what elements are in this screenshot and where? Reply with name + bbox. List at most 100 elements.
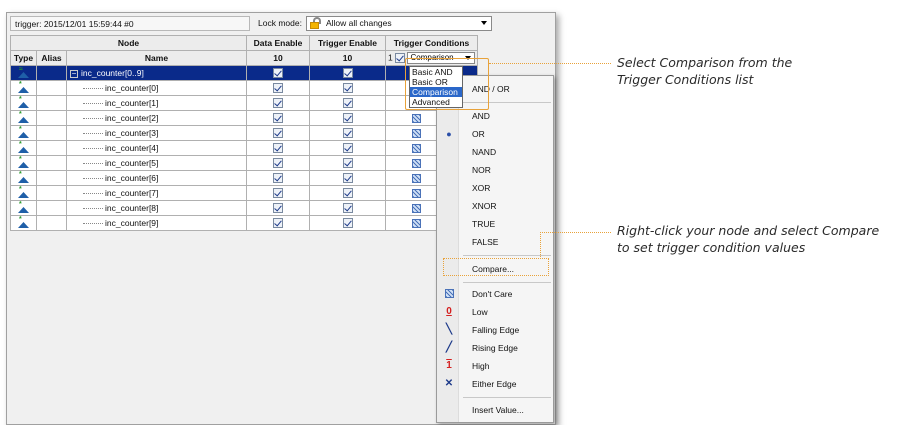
trigger-enable-checkbox[interactable] [342, 113, 353, 124]
node-name: inc_counter[1] [105, 98, 159, 108]
lock-mode-select[interactable]: Allow all changes [305, 15, 492, 31]
table-row[interactable]: * inc_counter[6] [10, 170, 478, 186]
table-row[interactable]: * inc_counter[2] [10, 110, 478, 126]
data-enable-cell[interactable] [246, 140, 310, 156]
menu-item-rising-edge[interactable]: ╱ Rising Edge [437, 339, 553, 357]
trigger-enable-checkbox[interactable] [342, 218, 353, 229]
data-enable-cell[interactable] [246, 200, 310, 216]
data-enable-checkbox[interactable] [273, 98, 283, 109]
trigger-enable-checkbox[interactable] [342, 143, 353, 154]
data-enable-checkbox[interactable] [273, 188, 283, 199]
node-name: inc_counter[2] [105, 113, 159, 123]
collapse-icon[interactable]: − [70, 69, 78, 78]
data-enable-checkbox[interactable] [273, 173, 283, 184]
menu-item-nor[interactable]: NOR [437, 161, 553, 179]
menu-item-xnor[interactable]: XNOR [437, 197, 553, 215]
data-enable-cell[interactable] [246, 125, 310, 141]
trigger-enable-cell[interactable] [309, 125, 386, 141]
callout-line: to set trigger condition values [617, 240, 806, 255]
trigger-enable-cell[interactable] [309, 65, 386, 81]
name-cell[interactable]: inc_counter[3] [66, 125, 247, 141]
menu-item-xor[interactable]: XOR [437, 179, 553, 197]
trigger-enable-cell[interactable] [309, 95, 386, 111]
menu-item-or[interactable]: ● OR [437, 125, 553, 143]
data-enable-checkbox[interactable] [273, 128, 283, 139]
trigger-enable-checkbox[interactable] [342, 83, 353, 94]
trigger-enable-checkbox[interactable] [342, 128, 353, 139]
dont-care-icon[interactable] [412, 174, 421, 184]
table-row[interactable]: * inc_counter[5] [10, 155, 478, 171]
data-enable-checkbox[interactable] [273, 143, 283, 154]
menu-item-false[interactable]: FALSE [437, 233, 553, 251]
dont-care-icon[interactable] [412, 159, 421, 169]
callout-leader-line [540, 232, 611, 233]
trigger-enable-cell[interactable] [309, 170, 386, 186]
name-cell[interactable]: inc_counter[6] [66, 170, 247, 186]
table-row[interactable]: * inc_counter[9] [10, 215, 478, 231]
trigger-enable-cell[interactable] [309, 215, 386, 231]
type-cell: * [10, 185, 37, 201]
data-enable-cell[interactable] [246, 170, 310, 186]
data-enable-cell[interactable] [246, 65, 310, 81]
name-cell[interactable]: − inc_counter[0..9] [66, 65, 247, 81]
data-enable-checkbox[interactable] [273, 203, 283, 214]
condition-checkbox[interactable] [395, 53, 406, 63]
data-enable-cell[interactable] [246, 155, 310, 171]
data-enable-checkbox[interactable] [273, 68, 283, 79]
trigger-enable-cell[interactable] [309, 185, 386, 201]
dont-care-icon[interactable] [412, 189, 421, 199]
data-enable-header[interactable]: Data Enable [246, 35, 310, 51]
name-cell[interactable]: inc_counter[0] [66, 80, 247, 96]
trigger-enable-cell[interactable] [309, 110, 386, 126]
menu-item-falling-edge[interactable]: ╲ Falling Edge [437, 321, 553, 339]
data-enable-cell[interactable] [246, 110, 310, 126]
data-enable-cell[interactable] [246, 80, 310, 96]
table-row[interactable]: * inc_counter[7] [10, 185, 478, 201]
menu-item-dont-care[interactable]: Don't Care [437, 285, 553, 303]
trigger-enable-cell[interactable] [309, 200, 386, 216]
trigger-enable-cell[interactable] [309, 80, 386, 96]
data-enable-checkbox[interactable] [273, 83, 283, 94]
trigger-enable-checkbox[interactable] [342, 188, 353, 199]
data-enable-checkbox[interactable] [273, 218, 283, 229]
menu-item-nand[interactable]: NAND [437, 143, 553, 161]
name-cell[interactable]: inc_counter[8] [66, 200, 247, 216]
name-cell[interactable]: inc_counter[7] [66, 185, 247, 201]
name-cell[interactable]: inc_counter[2] [66, 110, 247, 126]
table-row[interactable]: * inc_counter[8] [10, 200, 478, 216]
menu-item-insert-value[interactable]: Insert Value... [437, 401, 553, 419]
dont-care-icon[interactable] [412, 114, 421, 124]
table-row[interactable]: * inc_counter[3] [10, 125, 478, 141]
menu-item-low[interactable]: 0 Low [437, 303, 553, 321]
menu-item-high[interactable]: 1 High [437, 357, 553, 375]
dont-care-icon[interactable] [412, 129, 421, 139]
trigger-enable-header[interactable]: Trigger Enable [309, 35, 386, 51]
signal-node-icon: * [17, 112, 30, 123]
name-cell[interactable]: inc_counter[1] [66, 95, 247, 111]
trigger-enable-checkbox[interactable] [342, 203, 353, 214]
name-cell[interactable]: inc_counter[4] [66, 140, 247, 156]
menu-item-either-edge[interactable]: ✕ Either Edge [437, 375, 553, 393]
data-enable-checkbox[interactable] [273, 113, 283, 124]
trigger-enable-checkbox[interactable] [342, 173, 353, 184]
trigger-enable-checkbox[interactable] [342, 68, 353, 79]
trigger-enable-cell[interactable] [309, 140, 386, 156]
alias-cell [36, 140, 67, 156]
trigger-conditions-header[interactable]: Trigger Conditions [385, 35, 478, 51]
dont-care-icon[interactable] [412, 219, 421, 229]
table-row[interactable]: * inc_counter[4] [10, 140, 478, 156]
trigger-enable-checkbox[interactable] [342, 98, 353, 109]
menu-item-true[interactable]: TRUE [437, 215, 553, 233]
dont-care-icon[interactable] [412, 204, 421, 214]
data-enable-cell[interactable] [246, 185, 310, 201]
signal-node-icon: * [17, 217, 30, 228]
callout-line: Right-click your node and select Compare [617, 223, 880, 238]
trigger-enable-checkbox[interactable] [342, 158, 353, 169]
data-enable-checkbox[interactable] [273, 158, 283, 169]
data-enable-cell[interactable] [246, 215, 310, 231]
trigger-enable-cell[interactable] [309, 155, 386, 171]
name-cell[interactable]: inc_counter[9] [66, 215, 247, 231]
dont-care-icon[interactable] [412, 144, 421, 154]
data-enable-cell[interactable] [246, 95, 310, 111]
name-cell[interactable]: inc_counter[5] [66, 155, 247, 171]
